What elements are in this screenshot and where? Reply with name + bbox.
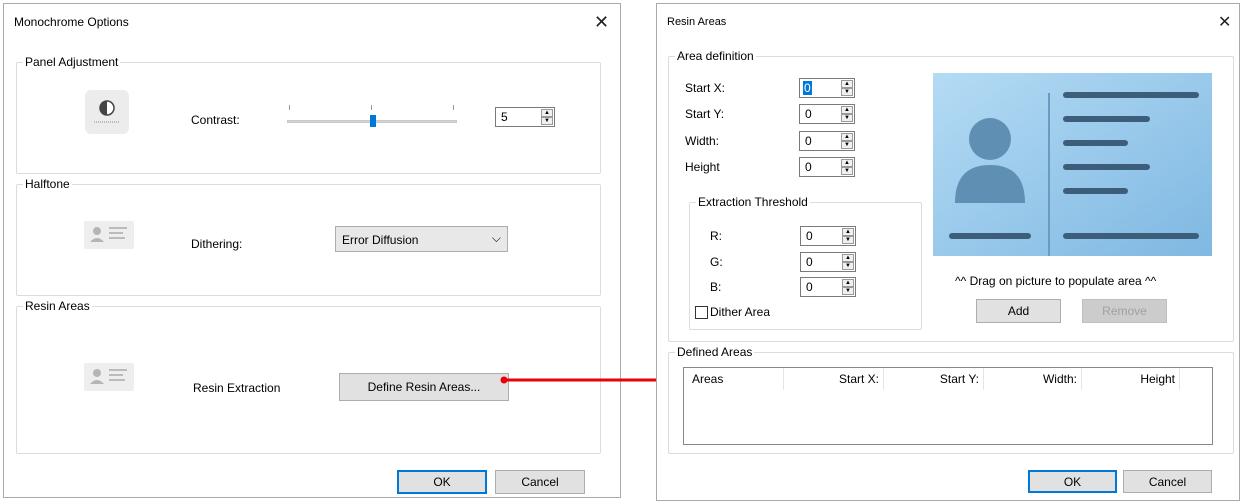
start-x-value[interactable]: 0	[803, 81, 812, 95]
spin-down-icon[interactable]: ▼	[841, 114, 853, 122]
spin-down-icon[interactable]: ▼	[841, 167, 853, 175]
g-value[interactable]: 0	[806, 255, 813, 269]
start-y-label: Start Y:	[685, 107, 725, 121]
close-icon[interactable]: ✕	[594, 13, 609, 31]
spin-up-icon[interactable]: ▲	[841, 159, 853, 167]
add-button[interactable]: Add	[976, 299, 1061, 323]
drag-hint-text: ^^ Drag on picture to populate area ^^	[955, 274, 1157, 288]
b-label: B:	[710, 280, 722, 294]
column-header-width[interactable]: Width:	[984, 368, 1082, 390]
start-y-value[interactable]: 0	[805, 107, 812, 121]
spin-down-icon[interactable]: ▼	[842, 262, 854, 270]
ok-button[interactable]: OK	[1028, 470, 1117, 493]
r-spinner[interactable]: 0 ▲ ▼	[800, 226, 856, 246]
dithering-dropdown[interactable]: Error Diffusion ⌵	[335, 226, 508, 252]
width-value[interactable]: 0	[805, 134, 812, 148]
halftone-legend: Halftone	[23, 177, 72, 191]
area-definition-group: Area definition Start X: 0 ▲ ▼ Start Y: 0…	[668, 49, 1234, 342]
id-card-icon	[81, 361, 137, 393]
area-preview-picture[interactable]	[933, 73, 1212, 256]
spin-up-icon[interactable]: ▲	[541, 109, 553, 117]
remove-button: Remove	[1082, 299, 1167, 323]
slider-thumb[interactable]	[370, 115, 376, 127]
contrast-value: 5	[501, 110, 508, 124]
g-label: G:	[710, 255, 723, 269]
panel-adjustment-legend: Panel Adjustment	[23, 55, 121, 69]
column-header-start-y[interactable]: Start Y:	[884, 368, 984, 390]
resin-areas-legend: Resin Areas	[23, 299, 92, 313]
extraction-threshold-group: Extraction Threshold R: 0 ▲ ▼ G: 0 ▲ ▼ B: …	[689, 195, 922, 330]
halftone-group: Halftone Dithering: Error Diffusion ⌵	[16, 177, 601, 296]
b-value[interactable]: 0	[806, 280, 813, 294]
spin-down-icon[interactable]: ▼	[541, 117, 553, 125]
panel-adjustment-group: Panel Adjustment Contrast: 5 ▲ ▼	[16, 55, 601, 174]
height-spinner[interactable]: 0 ▲ ▼	[799, 157, 855, 177]
cancel-button[interactable]: Cancel	[1123, 470, 1212, 493]
dithering-selected: Error Diffusion	[342, 233, 419, 247]
width-label: Width:	[685, 134, 720, 148]
area-definition-legend: Area definition	[675, 49, 756, 63]
close-icon[interactable]: ✕	[1218, 14, 1231, 32]
monochrome-options-dialog: Monochrome Options ✕ Panel Adjustment Co…	[3, 3, 621, 498]
dialog-title: Monochrome Options	[14, 15, 129, 29]
start-x-label: Start X:	[685, 81, 726, 95]
define-resin-areas-button[interactable]: Define Resin Areas...	[339, 373, 509, 401]
spin-up-icon[interactable]: ▲	[841, 133, 853, 141]
column-header-areas[interactable]: Areas	[684, 368, 784, 390]
spin-down-icon[interactable]: ▼	[842, 287, 854, 295]
dither-area-checkbox[interactable]	[695, 306, 708, 319]
height-label: Height	[685, 160, 720, 174]
resin-extraction-label: Resin Extraction	[193, 381, 281, 395]
start-y-spinner[interactable]: 0 ▲ ▼	[799, 104, 855, 124]
r-value[interactable]: 0	[806, 229, 813, 243]
extraction-threshold-legend: Extraction Threshold	[696, 195, 810, 209]
spin-up-icon[interactable]: ▲	[841, 80, 853, 88]
b-spinner[interactable]: 0 ▲ ▼	[800, 277, 856, 297]
contrast-slider[interactable]	[287, 103, 457, 131]
defined-areas-group: Defined Areas Areas Start X: Start Y: Wi…	[668, 345, 1234, 454]
dithering-label: Dithering:	[191, 237, 243, 251]
r-label: R:	[710, 229, 722, 243]
ok-button[interactable]: OK	[397, 470, 487, 494]
width-spinner[interactable]: 0 ▲ ▼	[799, 131, 855, 151]
column-header-start-x[interactable]: Start X:	[784, 368, 884, 390]
resin-areas-dialog: Resin Areas ✕ Area definition Start X: 0…	[656, 3, 1240, 501]
spin-down-icon[interactable]: ▼	[842, 236, 854, 244]
spin-up-icon[interactable]: ▲	[841, 106, 853, 114]
cancel-button[interactable]: Cancel	[495, 470, 585, 494]
id-card-icon	[81, 219, 137, 251]
defined-areas-list[interactable]: Areas Start X: Start Y: Width: Height	[683, 367, 1213, 445]
contrast-spinner[interactable]: 5 ▲ ▼	[495, 107, 555, 127]
g-spinner[interactable]: 0 ▲ ▼	[800, 252, 856, 272]
column-header-height[interactable]: Height	[1082, 368, 1180, 390]
spin-down-icon[interactable]: ▼	[841, 88, 853, 96]
spin-up-icon[interactable]: ▲	[842, 228, 854, 236]
spin-up-icon[interactable]: ▲	[842, 279, 854, 287]
dither-area-label[interactable]: Dither Area	[710, 305, 770, 319]
height-value[interactable]: 0	[805, 160, 812, 174]
chevron-down-icon: ⌵	[491, 231, 501, 245]
spin-down-icon[interactable]: ▼	[841, 141, 853, 149]
spin-up-icon[interactable]: ▲	[842, 254, 854, 262]
start-x-spinner[interactable]: 0 ▲ ▼	[799, 78, 855, 98]
defined-areas-legend: Defined Areas	[675, 345, 755, 359]
contrast-label: Contrast:	[191, 113, 240, 127]
contrast-icon	[85, 90, 129, 134]
dialog-title: Resin Areas	[667, 16, 727, 28]
